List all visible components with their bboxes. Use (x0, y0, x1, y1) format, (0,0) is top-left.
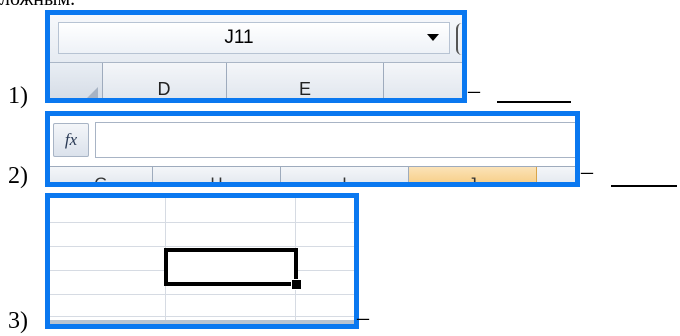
name-box-area: J11 (50, 15, 462, 63)
insert-function-button[interactable]: fx (53, 123, 89, 157)
answer-blank-1[interactable] (497, 101, 571, 103)
cell-reference: J11 (224, 27, 254, 48)
dash-3: – (357, 305, 369, 331)
answer-blank-2[interactable] (611, 185, 677, 187)
active-cell-screenshot (45, 193, 359, 329)
cell-grid (50, 198, 354, 324)
item-number-3: 3) (8, 308, 28, 334)
formula-input[interactable] (95, 122, 575, 158)
select-all-corner[interactable] (50, 63, 103, 98)
formula-bar: fx (50, 116, 575, 166)
column-header-i[interactable]: I (281, 167, 409, 182)
dropdown-arrow-icon[interactable] (427, 34, 439, 41)
column-headers: G H I J (50, 166, 575, 182)
fx-button-edge (456, 23, 462, 55)
column-header-j-highlighted[interactable]: J (409, 167, 537, 182)
dash-2: – (581, 159, 593, 185)
name-box[interactable]: J11 (58, 22, 450, 54)
column-header-f[interactable] (384, 63, 462, 98)
fill-handle[interactable] (291, 279, 302, 290)
gridline (50, 222, 354, 223)
select-all-triangle-icon (86, 87, 98, 98)
column-headers: D E (50, 63, 462, 98)
column-header-h[interactable]: H (153, 167, 281, 182)
item-number-1: 1) (8, 83, 28, 109)
gridline (50, 294, 354, 295)
gridline (50, 316, 354, 317)
name-box-screenshot: J11 D E (45, 10, 467, 103)
active-cell[interactable] (164, 248, 298, 286)
formula-bar-screenshot: fx G H I J (45, 111, 580, 187)
column-header-e[interactable]: E (227, 63, 384, 98)
gridline (50, 246, 354, 247)
column-header-k[interactable] (537, 167, 575, 182)
item-number-2: 2) (8, 163, 28, 189)
dash-1: – (468, 78, 480, 104)
column-header-g[interactable]: G (50, 167, 153, 182)
column-header-d[interactable]: D (102, 63, 227, 98)
bottom-bar (50, 320, 354, 324)
